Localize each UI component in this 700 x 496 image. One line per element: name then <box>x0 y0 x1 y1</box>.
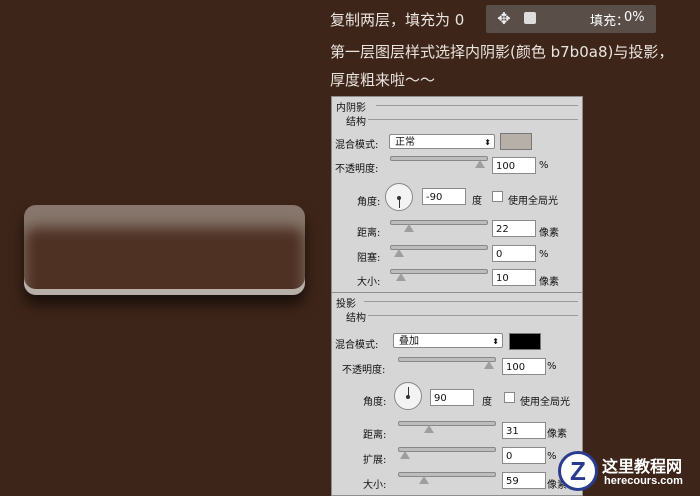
opacity-slider[interactable] <box>390 156 488 161</box>
size-unit: 像素 <box>539 277 559 288</box>
size-label: 大小: <box>357 277 381 288</box>
spread-input[interactable]: 0 <box>502 447 546 464</box>
opacity-label: 不透明度: <box>342 365 386 376</box>
divider <box>376 105 578 106</box>
opacity-slider-thumb[interactable] <box>475 160 485 168</box>
distance-label: 距离: <box>357 228 381 239</box>
choke-input[interactable]: 0 <box>492 245 536 262</box>
distance-slider-thumb[interactable] <box>404 224 414 232</box>
dial-center <box>406 395 410 399</box>
spread-unit: % <box>547 451 557 462</box>
global-light-label: 使用全局光 <box>520 397 570 408</box>
distance-unit: 像素 <box>539 228 559 239</box>
panel-title: 内阴影 <box>336 103 366 114</box>
shadow-color-swatch[interactable] <box>509 333 541 350</box>
divider <box>368 315 578 316</box>
distance-input[interactable]: 31 <box>502 422 546 439</box>
chevron-updown-icon: ⬍ <box>492 337 499 346</box>
watermark-subtitle: herecours.com <box>604 475 683 487</box>
watermark-title: 这里教程网 <box>602 457 683 476</box>
distance-label: 距离: <box>363 430 387 441</box>
inner-shadow-panel: 内阴影 结构 混合模式: 正常 ⬍ 不透明度: 100 % 角度: -90 度 … <box>331 96 583 293</box>
opacity-slider-thumb[interactable] <box>484 361 494 369</box>
spread-slider-thumb[interactable] <box>400 451 410 459</box>
blend-mode-value: 叠加 <box>399 336 419 347</box>
divider <box>364 301 578 302</box>
angle-dial[interactable] <box>385 183 413 211</box>
global-light-checkbox[interactable] <box>504 392 515 403</box>
size-label: 大小: <box>363 480 387 491</box>
instruction-line-3: 厚度粗来啦〜〜 <box>330 71 436 89</box>
drop-shadow-panel: 投影 结构 混合模式: 叠加 ⬍ 不透明度: 100 % 角度: 90 度 使用… <box>331 292 583 496</box>
choke-label: 阻塞: <box>357 253 381 264</box>
opacity-unit: % <box>539 160 549 171</box>
button-preview <box>24 205 305 295</box>
choke-slider-thumb[interactable] <box>394 249 404 257</box>
opacity-unit: % <box>547 361 557 372</box>
opacity-label: 不透明度: <box>335 164 379 175</box>
choke-slider[interactable] <box>390 245 488 250</box>
blend-mode-value: 正常 <box>395 137 415 148</box>
fill-value[interactable]: 0% <box>624 10 645 25</box>
angle-dial[interactable] <box>394 382 422 410</box>
shadow-color-swatch[interactable] <box>500 133 532 150</box>
global-light-label: 使用全局光 <box>508 196 558 207</box>
move-icon[interactable]: ✥ <box>494 9 514 29</box>
instruction-line-1: 复制两层，填充为 0 <box>330 11 465 29</box>
spread-slider[interactable] <box>398 447 496 452</box>
size-slider-thumb[interactable] <box>396 273 406 281</box>
angle-unit: 度 <box>482 397 492 408</box>
site-logo: Z <box>558 451 598 491</box>
group-label: 结构 <box>346 117 366 128</box>
blend-mode-label: 混合模式: <box>335 140 379 151</box>
group-label: 结构 <box>346 313 366 324</box>
chevron-updown-icon: ⬍ <box>484 138 491 147</box>
blend-mode-label: 混合模式: <box>335 340 379 351</box>
spread-label: 扩展: <box>363 455 387 466</box>
lock-icon[interactable] <box>524 12 536 24</box>
size-input[interactable]: 10 <box>492 269 536 286</box>
angle-input[interactable]: -90 <box>422 188 466 205</box>
opacity-slider[interactable] <box>398 357 496 362</box>
layers-fill-strip: ✥ 填充： 0% <box>486 5 656 33</box>
site-watermark: Z 这里教程网 herecours.com <box>558 447 700 495</box>
size-input[interactable]: 59 <box>502 472 546 489</box>
angle-input[interactable]: 90 <box>430 389 474 406</box>
panel-title: 投影 <box>336 299 356 310</box>
choke-unit: % <box>539 249 549 260</box>
angle-label: 角度: <box>363 397 387 408</box>
instruction-line-2: 第一层图层样式选择内阴影(颜色 b7b0a8)与投影， <box>330 43 674 61</box>
opacity-input[interactable]: 100 <box>502 358 546 375</box>
dial-center <box>397 196 401 200</box>
divider <box>368 119 578 120</box>
distance-slider[interactable] <box>398 421 496 426</box>
distance-slider-thumb[interactable] <box>424 425 434 433</box>
blend-mode-select[interactable]: 叠加 ⬍ <box>393 333 503 348</box>
distance-unit: 像素 <box>547 429 567 440</box>
global-light-checkbox[interactable] <box>492 191 503 202</box>
opacity-input[interactable]: 100 <box>492 157 536 174</box>
size-slider[interactable] <box>398 472 496 477</box>
blend-mode-select[interactable]: 正常 ⬍ <box>389 134 495 149</box>
distance-input[interactable]: 22 <box>492 220 536 237</box>
angle-label: 角度: <box>357 197 381 208</box>
size-slider-thumb[interactable] <box>419 476 429 484</box>
angle-unit: 度 <box>472 196 482 207</box>
